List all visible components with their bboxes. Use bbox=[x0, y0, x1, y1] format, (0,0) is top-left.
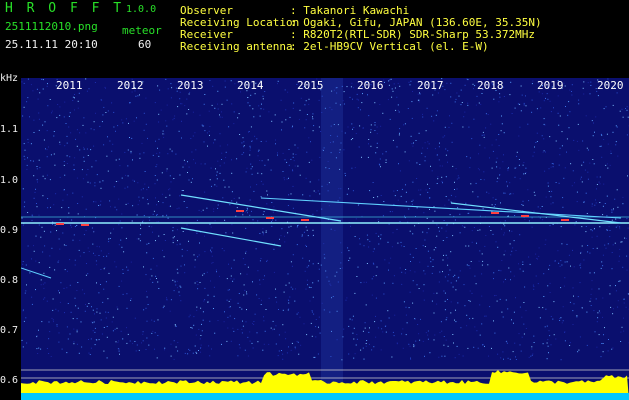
y-tick-label: 0.8 bbox=[0, 275, 19, 286]
interference-band bbox=[321, 78, 343, 400]
signal-hotspot bbox=[521, 215, 529, 217]
waterfall-canvas bbox=[21, 78, 629, 400]
signal-hotspot bbox=[56, 223, 64, 225]
signal-hotspot bbox=[236, 210, 244, 212]
y-tick-label: 1.1 bbox=[0, 124, 19, 135]
x-tick-label: 2020 bbox=[597, 79, 624, 92]
spectrum-baseline bbox=[21, 393, 629, 400]
mode-label: meteor bbox=[122, 24, 162, 37]
x-tick-label: 2012 bbox=[117, 79, 144, 92]
y-axis-unit: kHz bbox=[0, 73, 19, 84]
file-name: 2511112010.png bbox=[5, 20, 98, 33]
signal-hotspot bbox=[301, 219, 309, 221]
meteor-trace bbox=[450, 202, 622, 224]
x-tick-label: 2017 bbox=[417, 79, 444, 92]
waterfall-display bbox=[21, 78, 629, 400]
signal-hotspot bbox=[561, 219, 569, 221]
y-tick-label: 1.0 bbox=[0, 175, 19, 186]
y-tick-label: 0.6 bbox=[0, 375, 19, 386]
app-version: 1.0.0 bbox=[126, 4, 157, 15]
signal-hotspot bbox=[81, 224, 89, 226]
y-tick-label: 0.7 bbox=[0, 325, 19, 336]
signal-hotspot bbox=[266, 217, 274, 219]
x-tick-label: 2014 bbox=[237, 79, 264, 92]
count: 60 bbox=[138, 38, 152, 51]
datetime: 25.11.11 20:10 bbox=[5, 38, 98, 51]
x-tick-label: 2016 bbox=[357, 79, 384, 92]
x-tick-label: 2011 bbox=[56, 79, 83, 92]
x-tick-label: 2018 bbox=[477, 79, 504, 92]
hroft-screen: H R O F F T 1.0.0 2511112010.png meteor … bbox=[0, 0, 629, 400]
info-label-antenna: Receiving antenna bbox=[180, 40, 293, 53]
app-title: H R O F F T bbox=[5, 1, 125, 16]
meteor-trace bbox=[260, 197, 622, 219]
meteor-trace bbox=[21, 267, 52, 279]
x-tick-label: 2015 bbox=[297, 79, 324, 92]
info-value-antenna: : 2el-HB9CV Vertical (el. E-W) bbox=[290, 40, 489, 53]
y-tick-label: 0.9 bbox=[0, 225, 19, 236]
x-tick-label: 2019 bbox=[537, 79, 564, 92]
signal-hotspot bbox=[491, 212, 499, 214]
x-tick-label: 2013 bbox=[177, 79, 204, 92]
